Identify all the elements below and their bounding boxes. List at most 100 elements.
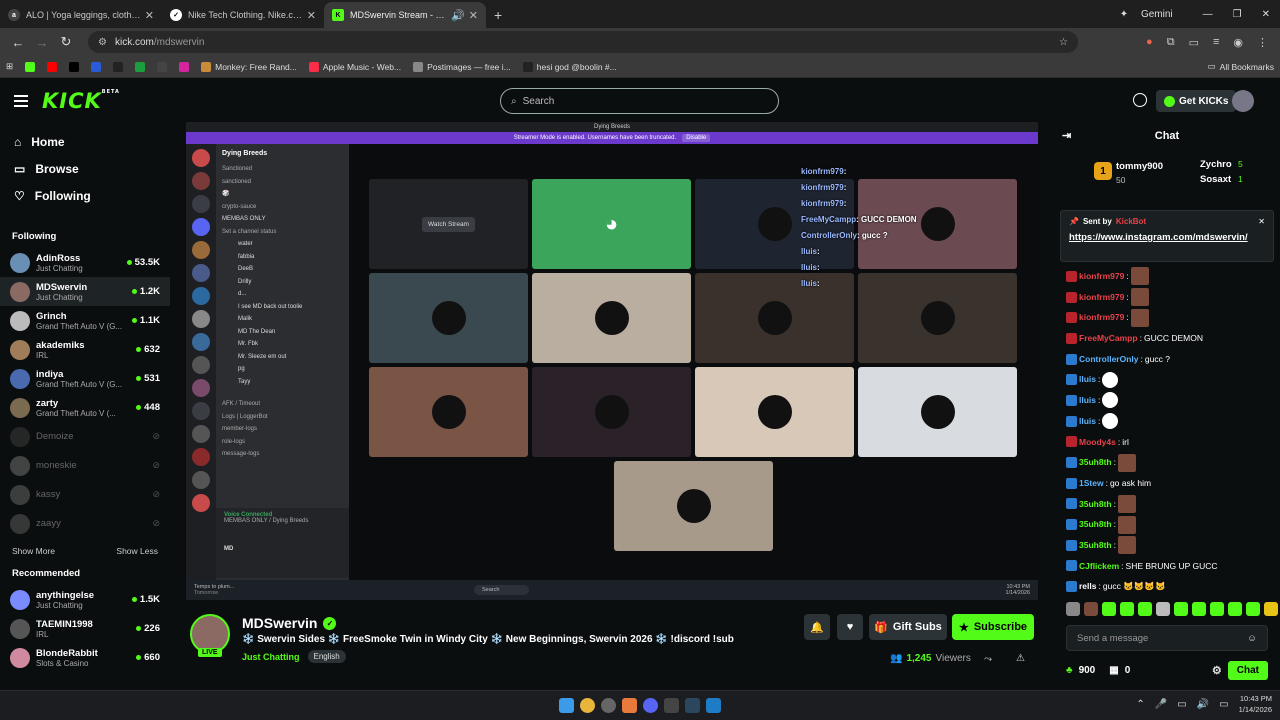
chat-username[interactable]: kionfrm979 <box>1079 266 1124 287</box>
bookmark-item[interactable]: Apple Music - Web... <box>308 61 401 72</box>
chat-username[interactable]: lluis <box>1079 369 1096 390</box>
bookmark-item[interactable]: hesi god @boolin #... <box>522 61 617 72</box>
bookmark-item[interactable] <box>69 61 80 72</box>
chat-username[interactable]: CJflickem <box>1079 556 1119 577</box>
emote-shortcut-icon[interactable] <box>1264 602 1278 616</box>
chat-username[interactable]: 35uh8th <box>1079 535 1112 556</box>
url-field[interactable]: ⚙ kick.com/mdswervin ☆ <box>88 31 1078 53</box>
speaker-icon[interactable]: 🔊 <box>451 9 465 22</box>
profile-icon[interactable]: ◉ <box>1233 36 1243 49</box>
chat-username[interactable]: kionfrm979 <box>1079 307 1124 328</box>
language-tag[interactable]: English <box>307 650 346 663</box>
close-tab-icon[interactable]: ✕ <box>307 9 316 22</box>
app-icon[interactable] <box>706 698 721 713</box>
chat-username[interactable]: rells <box>1079 576 1097 597</box>
kick-points-icon[interactable]: ♣ <box>1066 665 1073 676</box>
sidebar-channel[interactable]: MDSwervin Just Chatting 1.2K <box>0 277 170 306</box>
emote-shortcut-icon[interactable] <box>1246 602 1260 616</box>
sidebar-channel[interactable]: Grinch Grand Theft Auto V (G... 1.1K <box>0 306 170 335</box>
sidebar-channel[interactable]: indiya Grand Theft Auto V (G... 531 <box>0 364 170 393</box>
leader-name[interactable]: Sosaxt <box>1188 174 1231 185</box>
discord-app-icon[interactable] <box>643 698 658 713</box>
site-info-icon[interactable]: ⚙ <box>98 37 107 48</box>
subscribe-button[interactable]: ★ Subscribe <box>952 614 1034 640</box>
close-tab-icon[interactable]: ✕ <box>145 9 154 22</box>
bookmark-item[interactable] <box>113 61 124 72</box>
bookmark-item[interactable] <box>25 61 36 72</box>
back-icon[interactable]: ← <box>6 35 30 50</box>
menu-icon[interactable]: ⋮ <box>1257 36 1268 49</box>
show-less-button[interactable]: Show Less <box>116 546 158 556</box>
sidebar-channel[interactable]: anythingelse Just Chatting 1.5K <box>0 585 170 614</box>
restore-icon[interactable]: ❐ <box>1223 9 1252 20</box>
emote-shortcut-icon[interactable] <box>1210 602 1224 616</box>
channel-name[interactable]: MDSwervin <box>242 615 317 631</box>
reload-icon[interactable]: ↻ <box>54 34 78 50</box>
chat-username[interactable]: lluis <box>1079 390 1096 411</box>
bookmark-item[interactable]: Postimages — free i... <box>413 61 511 72</box>
unpin-icon[interactable]: ✕ <box>1258 217 1265 226</box>
apps-icon[interactable]: ⊞ <box>6 61 13 72</box>
user-avatar[interactable] <box>1232 90 1254 112</box>
bookmark-item[interactable] <box>47 61 58 72</box>
leader-name[interactable]: tommy900 <box>1116 161 1163 172</box>
emote-shortcut-icon[interactable] <box>1084 602 1098 616</box>
system-clock[interactable]: 10:43 PM 1/14/2026 <box>1239 693 1272 715</box>
emote-shortcut-icon[interactable] <box>1138 602 1152 616</box>
forward-icon[interactable]: → <box>30 35 54 50</box>
extension-icon[interactable]: ● <box>1146 36 1153 49</box>
nav-following[interactable]: ♡ Following <box>0 182 170 209</box>
emote-shortcut-icon[interactable] <box>1120 602 1134 616</box>
search-input[interactable]: ⌕ Search <box>500 88 779 114</box>
sidebar-channel[interactable]: moneskie ⊘ <box>0 451 170 480</box>
sidebar-channel[interactable]: AdinRoss Just Chatting 53.5K <box>0 248 170 277</box>
sidebar-channel[interactable]: zarty Grand Theft Auto V (... 448 <box>0 393 170 422</box>
bookmark-item[interactable] <box>157 61 168 72</box>
chat-username[interactable]: 35uh8th <box>1079 452 1112 473</box>
collapse-chat-icon[interactable]: ⇥ <box>1062 129 1071 142</box>
report-icon[interactable]: ⚠ <box>1016 653 1025 664</box>
puzzle-icon[interactable]: ⧉ <box>1167 36 1175 49</box>
minimize-icon[interactable]: — <box>1193 9 1223 20</box>
new-tab-button[interactable]: + <box>486 2 510 28</box>
app-icon[interactable] <box>664 698 679 713</box>
bookmark-item[interactable] <box>91 61 102 72</box>
steam-icon[interactable] <box>685 698 700 713</box>
network-icon[interactable]: ▭ <box>1177 699 1186 710</box>
chat-settings-icon[interactable]: ⚙ <box>1212 664 1222 677</box>
chat-input[interactable]: Send a message ☺ <box>1066 625 1268 651</box>
emote-shortcut-icon[interactable] <box>1192 602 1206 616</box>
browser-tab[interactable]: ✓ Nike Tech Clothing. Nike.com ✕ <box>162 2 324 28</box>
follow-heart-button[interactable]: ♥ <box>837 614 863 640</box>
tray-chevron-icon[interactable]: ⌃ <box>1136 699 1144 710</box>
gift-box-icon[interactable]: ▦ <box>1109 665 1118 676</box>
emote-shortcut-icon[interactable] <box>1228 602 1242 616</box>
gift-subs-button[interactable]: 🎁 Gift Subs <box>869 614 947 640</box>
nav-browse[interactable]: ▭ Browse <box>0 155 170 182</box>
sidebar-channel[interactable]: TAEMIN1998 IRL 226 <box>0 614 170 643</box>
show-more-button[interactable]: Show More <box>12 546 55 556</box>
chat-username[interactable]: 35uh8th <box>1079 514 1112 535</box>
app-icon[interactable] <box>622 698 637 713</box>
chrome-icon[interactable] <box>580 698 595 713</box>
close-window-icon[interactable]: ✕ <box>1252 9 1280 20</box>
gemini-button[interactable]: ✦ Gemini <box>1110 9 1193 20</box>
kick-logo[interactable]: KICKBETA <box>42 89 120 113</box>
sidebar-channel[interactable]: akademiks IRL 632 <box>0 335 170 364</box>
share-icon[interactable]: ⤳ <box>984 654 992 665</box>
video-player[interactable]: Dying Breeds Streamer Mode is enabled. U… <box>186 122 1038 600</box>
sidebar-channel[interactable]: kassy ⊘ <box>0 480 170 509</box>
chat-username[interactable]: FreeMyCampp <box>1079 328 1138 349</box>
nav-home[interactable]: ⌂ Home <box>0 128 170 155</box>
leader-name[interactable]: Zychro <box>1188 159 1232 170</box>
bookmark-star-icon[interactable]: ☆ <box>1059 37 1068 48</box>
battery-icon[interactable]: ▭ <box>1219 699 1228 710</box>
start-icon[interactable] <box>559 698 574 713</box>
volume-icon[interactable]: 🔊 <box>1197 699 1209 710</box>
chat-username[interactable]: kionfrm979 <box>1079 287 1124 308</box>
bookmark-item[interactable] <box>135 61 146 72</box>
category-link[interactable]: Just Chatting <box>242 652 300 662</box>
settings-app-icon[interactable] <box>601 698 616 713</box>
notification-bell-button[interactable]: 🔔 <box>804 614 830 640</box>
pinned-link[interactable]: https://www.instagram.com/mdswervin/ <box>1069 232 1265 243</box>
